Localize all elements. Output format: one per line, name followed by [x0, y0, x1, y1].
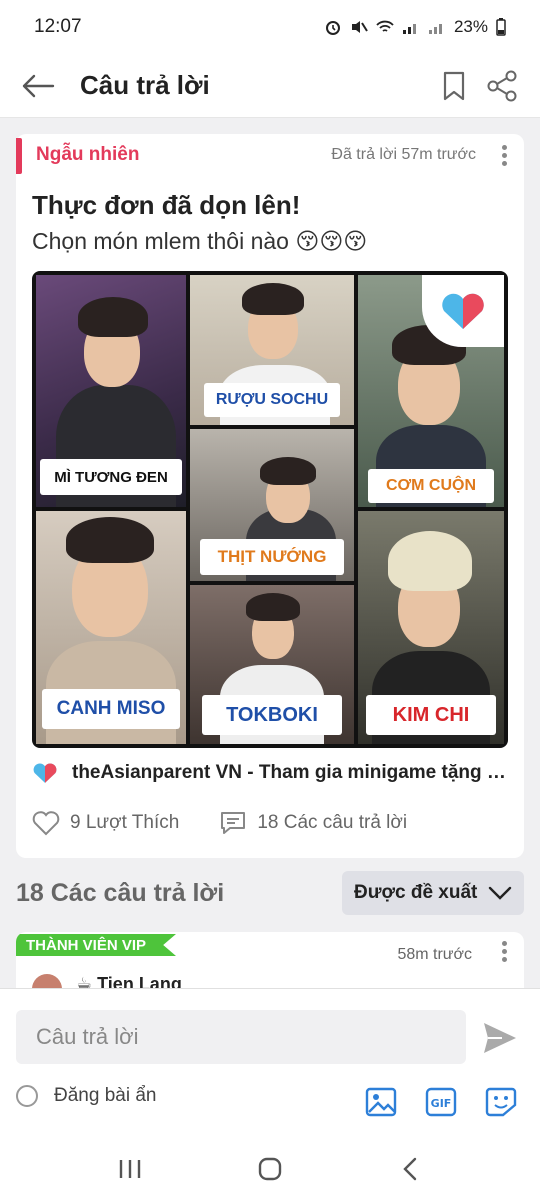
question-image[interactable]: MÌ TƯƠNG ĐEN RƯỢU SOCHU CƠM CUỘN THỊT NƯ… [32, 271, 508, 748]
sort-label: Được đề xuất [354, 882, 478, 903]
recents-icon [119, 1160, 141, 1178]
answer-more-button[interactable] [494, 936, 514, 966]
question-subtitle: Chọn món mlem thôi nào 😚😚😚 [32, 228, 368, 254]
collage-label: TOKBOKI [202, 695, 342, 735]
signal-icon-2 [428, 24, 442, 34]
question-more-button[interactable] [494, 140, 514, 170]
battery-percent: 23% [453, 17, 488, 36]
chevron-left-icon [403, 1157, 417, 1181]
svg-text:GIF: GIF [431, 1097, 452, 1110]
chevron-down-icon [488, 886, 512, 900]
answers-header: 18 Các câu trả lời Được đề xuất [16, 870, 524, 916]
like-button[interactable]: 9 Lượt Thích [32, 810, 179, 836]
gif-button[interactable]: GIF [424, 1085, 458, 1119]
collage-label: RƯỢU SOCHU [204, 383, 340, 417]
anonymous-label: Đăng bài ẩn [54, 1085, 157, 1106]
signal-icon [402, 24, 416, 34]
brand-heart-icon [33, 763, 57, 783]
share-button[interactable] [482, 66, 522, 106]
page-title: Câu trả lời [80, 70, 210, 100]
collage-tile-7: KIM CHI [358, 511, 504, 744]
answered-time: Đã trả lời 57m trước [331, 146, 476, 163]
gif-icon: GIF [425, 1087, 457, 1117]
collage-tile-2: RƯỢU SOCHU [190, 275, 354, 425]
mute-icon [351, 21, 368, 33]
recents-button[interactable] [110, 1149, 150, 1189]
like-count: 9 Lượt Thích [70, 812, 180, 833]
collage-label: KIM CHI [366, 695, 496, 735]
status-bar: 12:07 23% [0, 0, 540, 54]
question-title: Thực đơn đã dọn lên! [32, 190, 301, 220]
status-time: 12:07 [34, 16, 82, 37]
collage-label: MÌ TƯƠNG ĐEN [40, 459, 182, 495]
answer-username[interactable]: ☕ Tien Lang [76, 974, 182, 988]
answer-card[interactable]: THÀNH VIÊN VIP 58m trước ☕ Tien Lang [16, 932, 524, 988]
wifi-icon [376, 20, 394, 32]
composer-tools: GIF [364, 1085, 518, 1119]
home-button[interactable] [250, 1149, 290, 1189]
bookmark-button[interactable] [434, 66, 474, 106]
category-label[interactable]: Ngẫu nhiên [36, 144, 139, 166]
bookmark-icon [443, 71, 465, 100]
collage-tile-4: THỊT NƯỚNG [190, 429, 354, 581]
battery-icon [496, 18, 506, 36]
home-icon [258, 1157, 282, 1181]
image-icon [365, 1087, 397, 1117]
answer-time: 58m trước [397, 946, 472, 963]
anonymous-toggle[interactable]: Đăng bài ẩn [16, 1085, 156, 1107]
question-card: Ngẫu nhiên Đã trả lời 57m trước Thực đơn… [16, 134, 524, 858]
source-row[interactable]: theAsianparent VN - Tham gia minigame tặ… [32, 762, 512, 784]
collage-label: THỊT NƯỚNG [200, 539, 344, 575]
stats-row: 9 Lượt Thích 18 Các câu trả lời [32, 810, 407, 836]
sort-dropdown[interactable]: Được đề xuất [342, 871, 524, 915]
answers-count-heading: 18 Các câu trả lời [16, 878, 225, 907]
category-accent-bar [16, 138, 22, 174]
collage-label: CƠM CUỘN [368, 469, 494, 503]
collage-tile-3: CƠM CUỘN [358, 275, 504, 507]
collage-tile-6: TOKBOKI [190, 585, 354, 744]
collage-tile-5: CANH MISO [36, 511, 186, 744]
answers-button[interactable]: 18 Các câu trả lời [219, 810, 407, 836]
alarm-icon [325, 21, 340, 35]
collage-tile-1: MÌ TƯƠNG ĐEN [36, 275, 186, 507]
system-nav-bar [0, 1138, 540, 1200]
brand-logo [422, 275, 504, 347]
avatar[interactable] [32, 974, 62, 988]
vip-badge: THÀNH VIÊN VIP [16, 934, 176, 956]
status-icons: 23% [324, 17, 506, 37]
answer-composer: Câu trả lời Đăng bài ẩn GIF [0, 988, 540, 1138]
back-button[interactable] [18, 66, 58, 106]
app-header: Câu trả lời [0, 54, 540, 118]
answer-input[interactable]: Câu trả lời [16, 1010, 466, 1064]
sticker-icon [485, 1087, 517, 1117]
answer-count: 18 Các câu trả lời [257, 812, 408, 833]
image-button[interactable] [364, 1085, 398, 1119]
heart-logo-icon [442, 293, 484, 329]
system-back-button[interactable] [390, 1149, 430, 1189]
arrow-left-icon [22, 74, 55, 97]
heart-outline-icon [32, 811, 60, 836]
comment-icon [221, 812, 246, 834]
send-icon[interactable] [482, 1021, 518, 1055]
share-icon [487, 70, 517, 101]
source-text: theAsianparent VN - Tham gia minigame tặ… [72, 762, 512, 783]
anonymous-radio[interactable] [16, 1085, 38, 1107]
collage-label: CANH MISO [42, 689, 180, 729]
content-scroll[interactable]: Ngẫu nhiên Đã trả lời 57m trước Thực đơn… [0, 118, 540, 988]
sticker-button[interactable] [484, 1085, 518, 1119]
